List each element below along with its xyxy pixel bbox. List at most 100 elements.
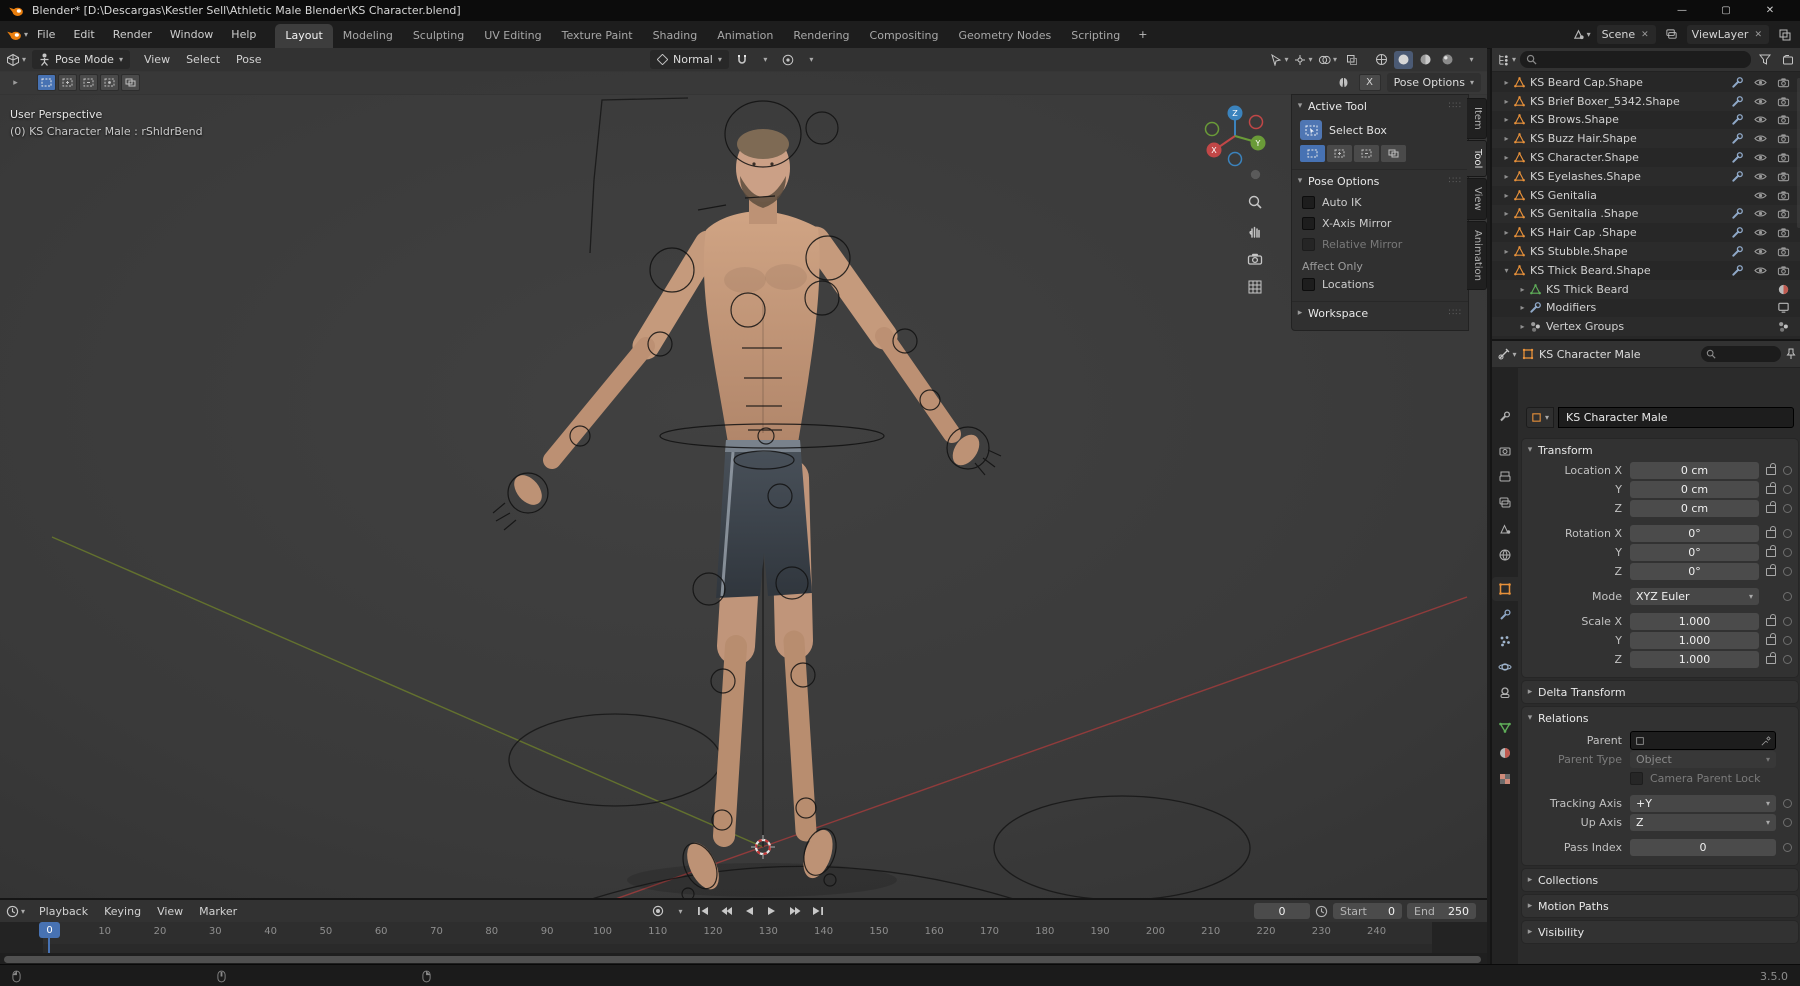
decorator-icon[interactable]	[1783, 567, 1792, 576]
minimize-button[interactable]: —	[1660, 0, 1704, 21]
panel-header-motion-paths[interactable]: ▸ Motion Paths	[1522, 895, 1798, 917]
sidebar-tab-item[interactable]: Item	[1467, 98, 1487, 139]
shading-solid-button[interactable]	[1394, 50, 1413, 69]
timeline-menu-keying[interactable]: Keying	[96, 902, 149, 921]
workspace-tab-rendering[interactable]: Rendering	[783, 24, 859, 48]
properties-tab-material[interactable]	[1492, 741, 1518, 765]
transform-z-field[interactable]: 0°	[1630, 563, 1759, 580]
pose-toggle-x-axis-mirror[interactable]: X-Axis Mirror	[1292, 213, 1468, 234]
shading-wireframe-button[interactable]	[1372, 51, 1391, 69]
outliner-row-ks-stubble-shape[interactable]: ▸ KS Stubble.Shape	[1492, 242, 1800, 261]
workspace-panel-header[interactable]: ▸ Workspace ∷∷	[1292, 301, 1468, 324]
disable-render-camera-icon[interactable]	[1777, 207, 1790, 220]
decorator-icon[interactable]	[1783, 617, 1792, 626]
expand-arrow-icon[interactable]: ▸	[1500, 97, 1513, 106]
hide-eye-icon[interactable]	[1754, 132, 1767, 145]
hide-eye-icon[interactable]	[1754, 245, 1767, 258]
workspace-tab-texture-paint[interactable]: Texture Paint	[552, 24, 643, 48]
object-visibility-dropdown[interactable]: ▾	[1270, 51, 1289, 69]
sidebar-tab-animation[interactable]: Animation	[1467, 220, 1487, 290]
up-axis-decorator[interactable]	[1783, 818, 1792, 827]
outliner-row-ks-thick-beard[interactable]: ▸ KS Thick Beard	[1492, 280, 1800, 299]
viewport-menu-pose[interactable]: Pose	[228, 50, 269, 69]
proportional-edit-dropdown[interactable]: ▾	[802, 51, 821, 69]
active-tool-row[interactable]: Select Box	[1292, 117, 1468, 143]
object-browse-button[interactable]: ▾	[1526, 406, 1555, 428]
panel-header-collections[interactable]: ▸ Collections	[1522, 869, 1798, 891]
object-name-field[interactable]: KS Character Male	[1558, 406, 1794, 428]
next-keyframe-button[interactable]	[785, 903, 805, 920]
select-mode-invert-button[interactable]	[100, 74, 119, 91]
play-reverse-button[interactable]	[739, 903, 759, 920]
lock-icon[interactable]	[1766, 544, 1776, 557]
disable-render-camera-icon[interactable]	[1777, 226, 1790, 239]
parent-field[interactable]	[1630, 731, 1776, 750]
expand-arrow-icon[interactable]: ▸	[1500, 78, 1513, 87]
lock-icon[interactable]	[1766, 525, 1776, 538]
outliner-row-ks-hair-cap-shape[interactable]: ▸ KS Hair Cap .Shape	[1492, 223, 1800, 242]
workspace-tab-shading[interactable]: Shading	[643, 24, 708, 48]
active-tool-panel-header[interactable]: ▾ Active Tool ∷∷	[1292, 95, 1468, 117]
disable-render-camera-icon[interactable]	[1777, 95, 1790, 108]
scene-selector[interactable]: Scene ✕	[1596, 25, 1656, 44]
new-viewlayer-button[interactable]	[1775, 26, 1794, 44]
properties-tab-particles[interactable]	[1492, 629, 1518, 653]
select-mode-intersect-button[interactable]	[121, 74, 140, 91]
overlays-dropdown[interactable]: ▾	[1318, 51, 1337, 69]
properties-editor-type-button[interactable]: ▾	[1498, 345, 1517, 363]
select-mode-subtract-button[interactable]	[79, 74, 98, 91]
transform-scale-x-field[interactable]: 1.000	[1630, 613, 1759, 630]
shading-material-button[interactable]	[1416, 51, 1435, 69]
transform-z-field[interactable]: 0 cm	[1630, 500, 1759, 517]
expand-arrow-icon[interactable]: ▸	[1500, 191, 1513, 200]
outliner-editor-type-button[interactable]: ▾	[1497, 51, 1516, 69]
menu-edit[interactable]: Edit	[64, 24, 103, 45]
hide-eye-icon[interactable]	[1754, 226, 1767, 239]
lock-icon[interactable]	[1766, 632, 1776, 645]
outliner-row-ks-genitalia-shape[interactable]: ▸ KS Genitalia .Shape	[1492, 205, 1800, 224]
xray-toggle[interactable]	[1342, 51, 1361, 69]
outliner-search-input[interactable]	[1520, 51, 1751, 68]
lock-icon[interactable]	[1766, 481, 1776, 494]
menu-help[interactable]: Help	[222, 24, 265, 45]
npanel-mode-extend-button[interactable]	[1327, 145, 1352, 162]
scene-browse-button[interactable]: ▾	[1572, 26, 1591, 44]
transform-orientation-selector[interactable]: Normal ▾	[650, 50, 729, 69]
workspace-tab-sculpting[interactable]: Sculpting	[403, 24, 474, 48]
decorator-icon[interactable]	[1783, 548, 1792, 557]
hide-eye-icon[interactable]	[1754, 113, 1767, 126]
outliner-row-modifiers[interactable]: ▸ Modifiers	[1492, 299, 1800, 318]
frame-end-field[interactable]: End 250	[1407, 903, 1476, 919]
timeline-menu-marker[interactable]: Marker	[191, 902, 245, 921]
toolbar-expand-arrow[interactable]: ▸	[6, 74, 25, 92]
preview-range-icon[interactable]	[1315, 905, 1328, 918]
gizmo-y-neg-axis[interactable]	[1204, 121, 1220, 137]
menu-file[interactable]: File	[28, 24, 64, 45]
tracking-axis-decorator[interactable]	[1783, 799, 1792, 808]
viewlayer-selector[interactable]: ViewLayer ✕	[1686, 25, 1769, 44]
npanel-mode-new-button[interactable]	[1300, 145, 1325, 162]
proportional-edit-toggle[interactable]	[779, 51, 798, 69]
hide-eye-icon[interactable]	[1754, 207, 1767, 220]
expand-arrow-icon[interactable]: ▸	[1516, 322, 1529, 331]
pin-icon[interactable]	[1786, 348, 1796, 360]
hide-eye-icon[interactable]	[1754, 170, 1767, 183]
parent-type-dropdown[interactable]: Object ▾	[1630, 751, 1776, 768]
pass-index-field[interactable]: 0	[1630, 839, 1776, 856]
properties-tab-scene[interactable]	[1492, 517, 1518, 541]
outliner-filter-button[interactable]	[1755, 51, 1774, 69]
expand-arrow-icon[interactable]: ▸	[1500, 153, 1513, 162]
decorator-icon[interactable]	[1783, 466, 1792, 475]
transform-location-x-field[interactable]: 0 cm	[1630, 462, 1759, 479]
properties-search-input[interactable]	[1701, 346, 1781, 362]
lock-icon[interactable]	[1766, 651, 1776, 664]
select-mode-new-button[interactable]	[37, 74, 56, 91]
gizmos-dropdown[interactable]: ▾	[1294, 51, 1313, 69]
timeline-menu-view[interactable]: View	[149, 902, 191, 921]
mirror-x-toggle[interactable]: X	[1358, 74, 1381, 91]
up-axis-dropdown[interactable]: Z ▾	[1630, 814, 1776, 831]
3d-scene-canvas[interactable]	[0, 48, 1487, 898]
3d-viewport[interactable]: ▾ Pose Mode ▾ View Select Pose Normal ▾ ▾	[0, 48, 1487, 898]
add-workspace-button[interactable]: +	[1130, 24, 1155, 45]
properties-tab-data[interactable]	[1492, 715, 1518, 739]
